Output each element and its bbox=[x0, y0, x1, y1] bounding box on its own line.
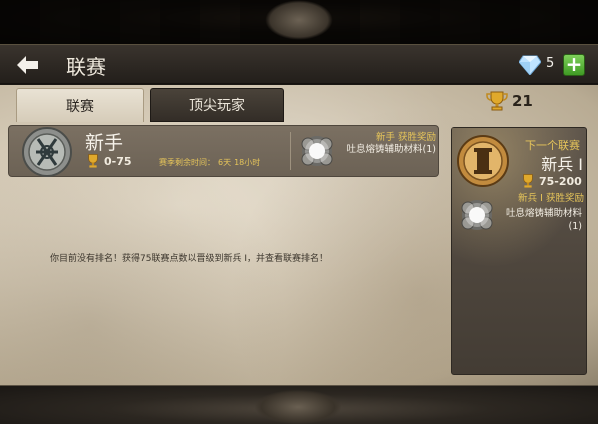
no-rank-message: 你目前没有排名！获得75联赛点数以晋级到新兵 I，并查看联赛排名！ bbox=[50, 254, 328, 264]
current-league-range: 0-75 bbox=[85, 153, 132, 169]
diamond-icon bbox=[519, 55, 541, 75]
season-remaining-label: 赛季剩余时间： bbox=[159, 158, 215, 167]
next-league-range: 75-200 bbox=[520, 173, 582, 189]
add-gems-button[interactable]: + bbox=[563, 54, 585, 76]
top-stone-frame bbox=[0, 0, 598, 44]
trophy-total: 21 bbox=[486, 90, 533, 112]
bottom-ornament bbox=[255, 390, 341, 424]
tab-top-players[interactable]: 顶尖玩家 bbox=[150, 88, 284, 122]
trophy-icon bbox=[486, 91, 508, 111]
trophy-icon bbox=[88, 154, 98, 168]
current-reward-item: 吐息熔铸辅助材料(1) bbox=[346, 144, 436, 155]
current-league-name: 新手 bbox=[85, 132, 124, 154]
trophy-icon bbox=[523, 174, 533, 188]
header-bar: 联赛 5 + bbox=[0, 44, 598, 84]
trophy-total-value: 21 bbox=[512, 92, 533, 110]
back-button[interactable] bbox=[14, 53, 42, 77]
top-ornament bbox=[265, 0, 333, 40]
page-title: 联赛 bbox=[66, 55, 106, 79]
season-remaining-days: 6天 bbox=[218, 158, 232, 167]
tab-league[interactable]: 联赛 bbox=[16, 88, 144, 122]
next-reward-title: 新兵 I 获胜奖励 bbox=[518, 193, 584, 204]
next-reward-item: 吐息熔铸辅助材料(1) bbox=[505, 208, 582, 232]
next-league-name: 新兵 I bbox=[541, 155, 583, 174]
plus-icon: + bbox=[565, 52, 583, 76]
divider bbox=[290, 132, 291, 170]
breath-forging-material-icon bbox=[461, 200, 493, 230]
recruit-league-emblem-icon bbox=[457, 135, 509, 187]
back-arrow-icon bbox=[17, 56, 38, 74]
current-reward-title: 新手 获胜奖励 bbox=[375, 132, 436, 143]
gem-count: 5 bbox=[546, 56, 555, 71]
current-league-range-value: 0-75 bbox=[104, 154, 132, 168]
breath-forging-material-icon bbox=[301, 136, 333, 166]
next-league-range-value: 75-200 bbox=[539, 174, 582, 188]
season-remaining-hours: 18小时 bbox=[234, 158, 261, 167]
bottom-stone-frame bbox=[0, 385, 598, 424]
season-remaining: 赛季剩余时间： 6天 18小时 bbox=[159, 157, 260, 168]
novice-league-emblem-icon bbox=[22, 127, 72, 177]
